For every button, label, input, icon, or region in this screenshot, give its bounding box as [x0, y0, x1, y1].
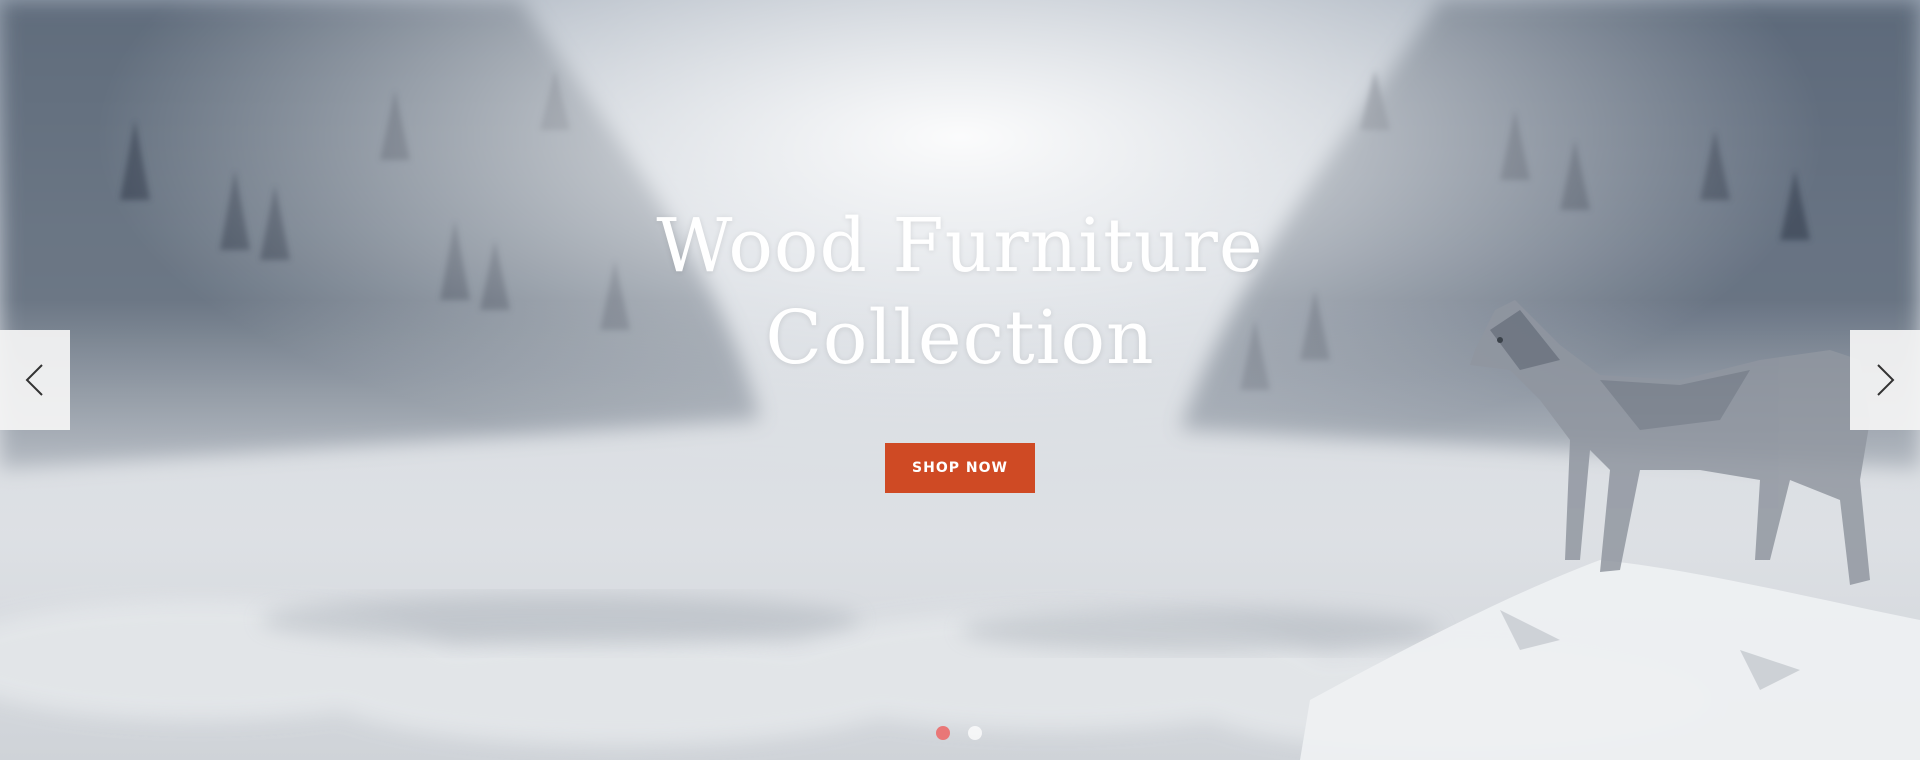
hero-title-line1: Wood Furniture: [656, 203, 1264, 289]
previous-slide-button[interactable]: [0, 330, 70, 430]
slide-dot-2[interactable]: [968, 726, 982, 740]
shop-now-button[interactable]: SHOP NOW: [885, 443, 1035, 493]
chevron-left-icon: [25, 364, 43, 396]
next-slide-button[interactable]: [1850, 330, 1920, 430]
slide-dot-1[interactable]: [936, 726, 950, 740]
chevron-right-icon: [1877, 364, 1895, 396]
hero-slider: Wood Furniture Collection SHOP NOW: [0, 0, 1920, 760]
hero-title: Wood Furniture Collection: [560, 200, 1360, 384]
hero-title-line2: Collection: [765, 295, 1155, 381]
slide-pagination: [936, 726, 982, 740]
